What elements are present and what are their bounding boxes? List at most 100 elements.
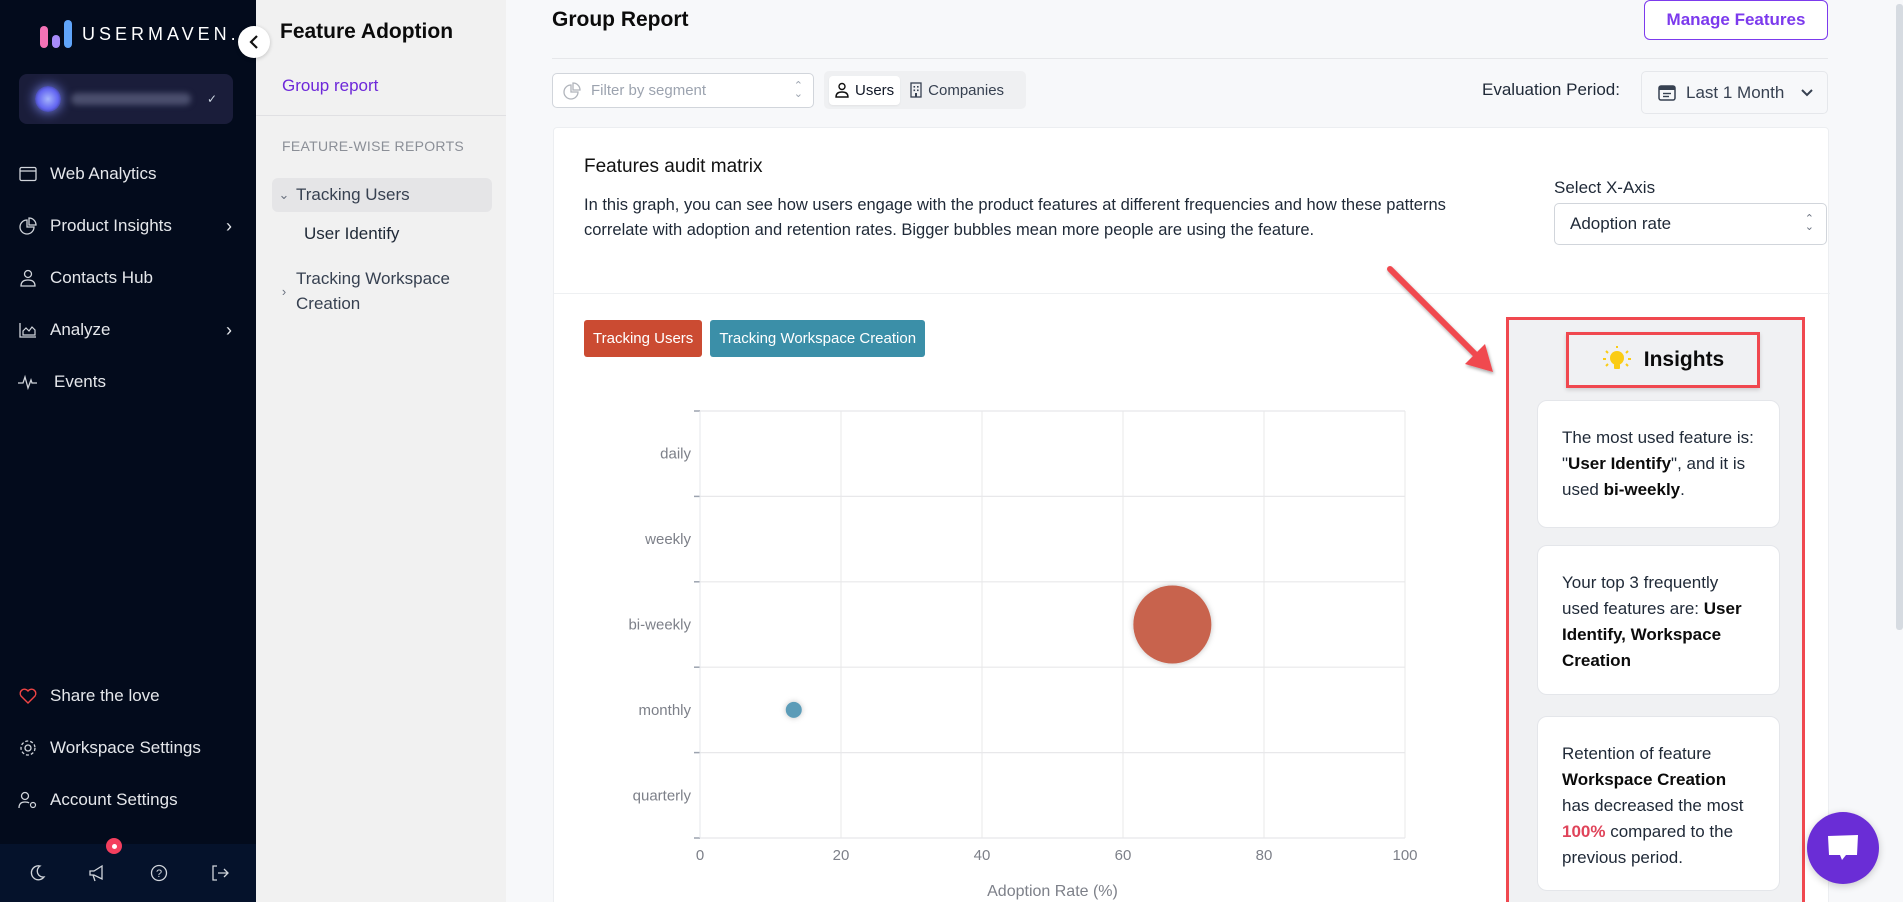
lightbulb-icon: [1602, 346, 1631, 369]
insight-percent: 100%: [1562, 822, 1606, 841]
user-settings-icon: [18, 790, 38, 810]
building-icon: [910, 82, 922, 98]
manage-features-button[interactable]: Manage Features: [1644, 0, 1828, 40]
insight-card: Your top 3 frequently used features are:…: [1537, 545, 1780, 695]
insight-highlight: bi-weekly: [1603, 480, 1681, 499]
x-tick-label: 80: [1256, 847, 1273, 864]
card-description: In this graph, you can see how users eng…: [584, 196, 1446, 239]
workspace-name: [71, 93, 191, 105]
chevron-down-icon: [1801, 88, 1813, 96]
chat-icon: [1828, 835, 1858, 860]
logout-icon[interactable]: [208, 861, 232, 885]
sidebar-item-workspace-settings[interactable]: Workspace Settings: [0, 722, 256, 774]
section-label: FEATURE-WISE REPORTS: [282, 138, 465, 154]
segment-placeholder: Filter by segment: [591, 82, 707, 99]
logo-text: USERMAVEN.: [82, 23, 240, 44]
x-tick-label: 100: [1392, 847, 1417, 864]
legend-item-tracking-workspace-creation[interactable]: Tracking Workspace Creation: [710, 320, 926, 357]
sidebar-item-analyze[interactable]: Analyze ›: [0, 304, 256, 356]
gear-icon: [18, 738, 38, 758]
bubble-tracking-workspace-creation: [785, 701, 802, 718]
y-tick-label: monthly: [638, 702, 691, 719]
divider: [552, 58, 1828, 59]
sidebar-item-account-settings[interactable]: Account Settings: [0, 774, 256, 826]
usermaven-logo[interactable]: USERMAVEN.: [40, 20, 240, 48]
chat-button[interactable]: [1807, 812, 1879, 884]
x-axis-select[interactable]: Adoption rate ⌃ ⌄: [1554, 203, 1827, 245]
toggle-companies[interactable]: Companies: [904, 76, 1010, 105]
notification-badge: [106, 838, 122, 854]
bubble-tracking-users: [1133, 585, 1212, 664]
x-tick-label: 0: [696, 847, 704, 864]
chevron-right-icon: ›: [226, 319, 232, 340]
scrollbar-thumb[interactable]: [1896, 4, 1903, 630]
toggle-label: Users: [855, 81, 895, 99]
chevron-down-icon: ⌄: [278, 187, 290, 202]
insight-text: Retention of feature: [1562, 744, 1712, 763]
tree-item-label: Tracking Workspace Creation: [296, 269, 450, 313]
tree-item-tracking-workspace-creation[interactable]: › Tracking Workspace Creation: [272, 266, 492, 316]
moon-icon[interactable]: [25, 861, 49, 885]
user-icon: [835, 82, 849, 98]
megaphone-icon[interactable]: [86, 861, 110, 885]
sidebar-item-events[interactable]: Events: [0, 356, 256, 408]
segment-filter-select[interactable]: Filter by segment ⌃ ⌄: [552, 73, 814, 108]
divider: [256, 115, 506, 116]
updown-icon: ⌃ ⌄: [1804, 213, 1814, 233]
sidebar-item-label: Contacts Hub: [50, 268, 153, 287]
y-tick-label: daily: [660, 446, 691, 463]
user-icon: [18, 268, 38, 288]
tree-item-label: Tracking Users: [296, 185, 410, 204]
insight-text: has decreased the most: [1562, 796, 1744, 815]
legend-item-tracking-users[interactable]: Tracking Users: [584, 320, 703, 357]
insight-card: The most used feature is: "User Identify…: [1537, 400, 1780, 528]
page-title: Group Report: [552, 8, 689, 31]
tree-item-user-identify[interactable]: User Identify: [304, 224, 494, 244]
insight-text: .: [1680, 480, 1685, 499]
chevron-right-icon: ›: [281, 284, 287, 299]
x-axis-select-value: Adoption rate: [1570, 214, 1672, 233]
sidebar-item-contacts-hub[interactable]: Contacts Hub: [0, 252, 256, 304]
pie-chart-icon: [18, 216, 38, 236]
x-axis-title: Adoption Rate (%): [987, 883, 1118, 900]
pie-chart-icon: [563, 81, 581, 100]
toggle-label: Companies: [928, 81, 1005, 99]
insights-panel: Insights The most used feature is: "User…: [1506, 317, 1805, 902]
sidebar-item-label: Web Analytics: [50, 164, 157, 183]
x-tick-label: 20: [833, 847, 850, 864]
sidebar-item-label: Account Settings: [50, 790, 178, 809]
chevron-left-icon: [249, 35, 258, 49]
insight-text: Your top 3 frequently used features are:: [1562, 573, 1719, 618]
divider: [554, 293, 1830, 294]
heart-icon: [18, 686, 38, 706]
sidebar-item-product-insights[interactable]: Product Insights ›: [0, 200, 256, 252]
sidebar-item-web-analytics[interactable]: Web Analytics: [0, 148, 256, 200]
tree-item-label: User Identify: [304, 224, 400, 243]
tree-item-tracking-users[interactable]: ⌄ Tracking Users: [272, 178, 492, 212]
calendar-icon: [1658, 84, 1676, 101]
sidebar-nav: Web Analytics Product Insights › Contact…: [0, 148, 256, 408]
area-chart-icon: [18, 320, 38, 340]
evaluation-period-value: Last 1 Month: [1686, 82, 1785, 102]
insights-header: Insights: [1566, 332, 1760, 388]
feature-adoption-subnav: Feature Adoption Group report FEATURE-WI…: [256, 0, 506, 902]
sidebar: USERMAVEN. ✓ Web Analytics Product Insig…: [0, 0, 256, 902]
help-icon[interactable]: ?: [147, 861, 171, 885]
evaluation-period-select[interactable]: Last 1 Month: [1641, 71, 1828, 114]
logo-mark-icon: [40, 20, 72, 48]
group-report-link[interactable]: Group report: [282, 76, 378, 96]
evaluation-period-label: Evaluation Period:: [1482, 80, 1620, 99]
sidebar-item-label: Analyze: [50, 320, 111, 339]
insight-highlight: User Identify: [1568, 454, 1672, 473]
browser-icon: [18, 164, 38, 184]
chevron-right-icon: ›: [226, 215, 232, 236]
sidebar-bottom-nav: Share the love Workspace Settings Accoun…: [0, 670, 256, 826]
insight-card: Retention of feature Workspace Creation …: [1537, 716, 1780, 891]
toggle-users[interactable]: Users: [829, 75, 901, 105]
sidebar-footer: ?: [0, 844, 256, 902]
y-tick-label: quarterly: [633, 787, 692, 804]
sidebar-item-share-the-love[interactable]: Share the love: [0, 670, 256, 722]
insight-highlight: Workspace Creation: [1562, 770, 1727, 789]
collapse-sidebar-button[interactable]: [238, 26, 270, 58]
workspace-selector[interactable]: ✓: [19, 74, 233, 124]
